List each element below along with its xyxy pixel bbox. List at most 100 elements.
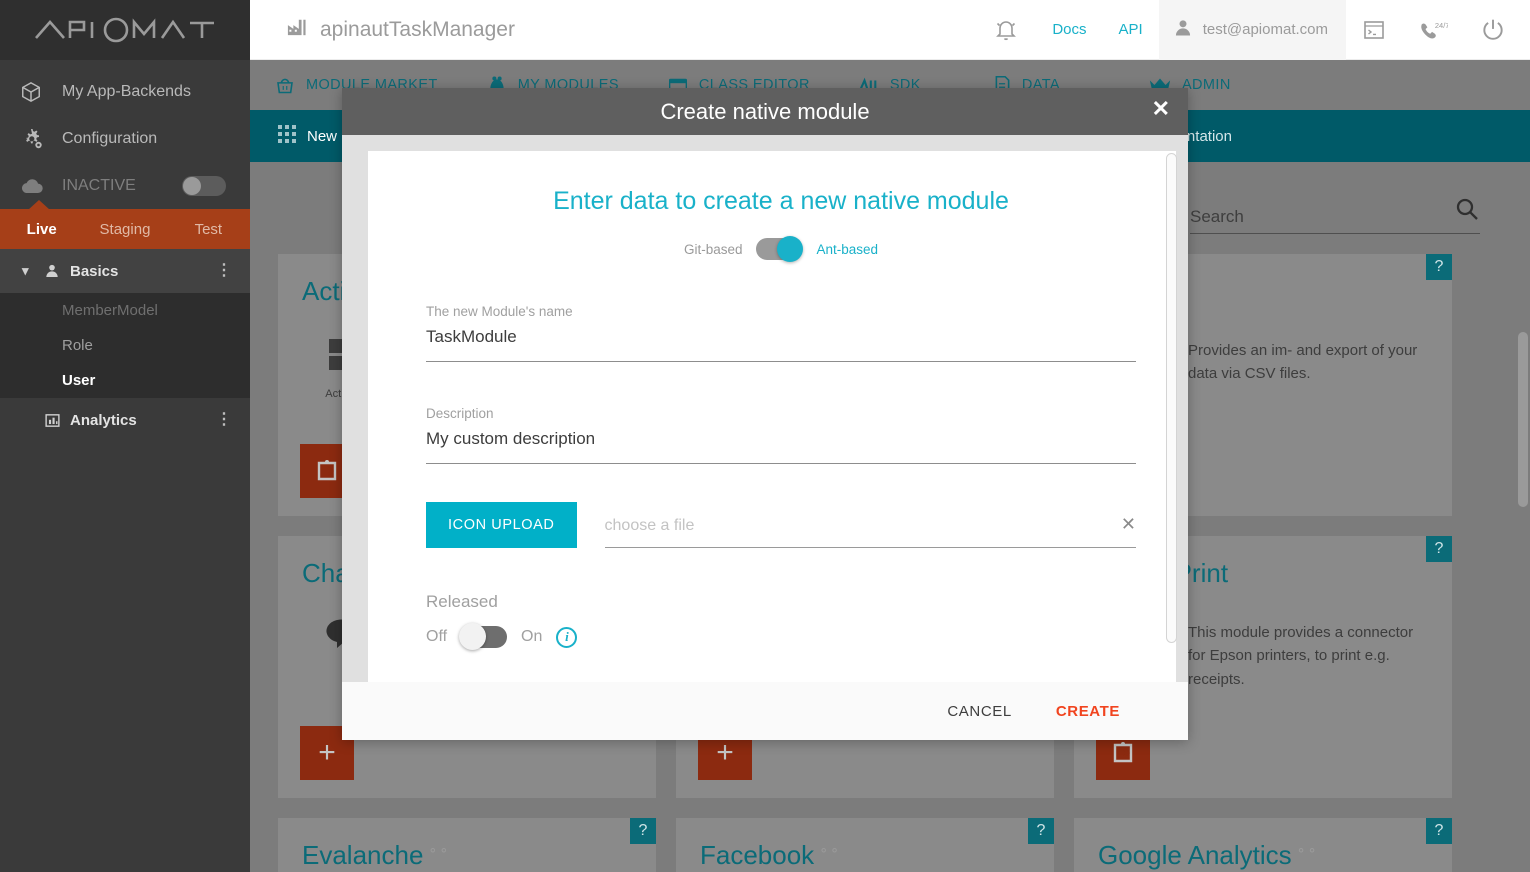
tree-item-label: Basics [70, 262, 119, 280]
card-help-button[interactable]: ? [1426, 818, 1452, 844]
released-off-label: Off [426, 628, 448, 645]
card-title: Facebook ⚬⚬ [700, 840, 840, 870]
toggle-knob [459, 623, 487, 650]
tab-label: ADMIN [1181, 77, 1231, 93]
logo[interactable] [0, 0, 250, 60]
tree-child-user[interactable]: User [0, 363, 250, 398]
tree-child-role[interactable]: Role [0, 328, 250, 363]
released-row: Off On i [426, 623, 1136, 650]
docs-link[interactable]: Docs [1052, 21, 1086, 38]
env-tab-test[interactable]: Test [167, 221, 250, 238]
card-help-button[interactable]: ? [630, 818, 656, 844]
card-description: This module provides a connector for Eps… [1188, 624, 1414, 688]
app-root: My App-Backends Configuration INACTIVE L… [0, 0, 1530, 872]
ant-based-label: Ant-based [816, 241, 879, 257]
card-help-button[interactable]: ? [1028, 818, 1054, 844]
scrollbar-thumb[interactable] [1166, 153, 1177, 643]
dialog-header: Create native module ✕ [342, 88, 1188, 135]
module-name-field: The new Module's name TaskModule [426, 304, 1136, 362]
environment-tabs: Live Staging Test [0, 200, 250, 249]
info-icon[interactable]: i [556, 626, 578, 648]
create-native-module-dialog: Create native module ✕ Enter data to cre… [342, 88, 1188, 740]
dialog-form: Enter data to create a new native module… [368, 151, 1176, 682]
sidebar-nav: My App-Backends Configuration INACTIVE [0, 60, 250, 209]
topbar: apinautTaskManager Docs API test@apiomat… [250, 0, 1530, 60]
tree-item-label: Analytics [70, 411, 137, 429]
dialog-heading: Enter data to create a new native module [553, 187, 1009, 215]
console-icon[interactable] [1362, 19, 1386, 41]
card-description: Provides an im- and export of your data … [1188, 342, 1418, 383]
close-icon[interactable]: ✕ [1121, 514, 1136, 535]
module-name-input[interactable]: TaskModule [426, 319, 1136, 362]
released-label: Released [426, 592, 498, 611]
sidebar-item-configuration[interactable]: Configuration [0, 115, 250, 162]
search-icon[interactable] [1454, 196, 1480, 227]
sidebar-item-my-app-backends[interactable]: My App-Backends [0, 68, 250, 115]
tree-item-menu-icon[interactable]: ⋮ [216, 412, 232, 428]
close-icon[interactable]: ✕ [1152, 98, 1170, 120]
dialog-title: Create native module [660, 98, 870, 124]
icon-file-input[interactable]: choose a file ✕ [604, 514, 1136, 548]
sidebar-item-label: Configuration [62, 129, 158, 147]
factory-icon [286, 17, 308, 43]
bars-icon [44, 412, 70, 429]
basket-icon [274, 75, 296, 96]
app-title-text: apinautTaskManager [320, 17, 515, 41]
gear-icon: ⚬⚬ [818, 843, 840, 858]
file-placeholder: choose a file [604, 517, 695, 534]
import-icon [317, 460, 337, 481]
module-name-label: The new Module's name [426, 304, 573, 319]
search-box[interactable]: Search [1190, 196, 1480, 234]
description-field: Description My custom description [426, 406, 1136, 464]
create-button[interactable]: CREATE [1056, 703, 1120, 720]
power-icon[interactable] [1480, 17, 1506, 43]
user-menu[interactable]: test@apiomat.com [1158, 0, 1346, 60]
dialog-scrollbar[interactable] [1166, 153, 1177, 682]
card-title: Evalanche ⚬⚬ [302, 840, 450, 870]
grid-icon [278, 125, 296, 147]
page-scrollbar[interactable] [1518, 332, 1528, 872]
git-based-label: Git-based [683, 241, 743, 257]
api-link[interactable]: API [1119, 21, 1143, 38]
cube-icon [20, 81, 62, 103]
toggle-knob [777, 236, 804, 262]
card-help-button[interactable]: ? [1426, 536, 1452, 562]
bell-icon[interactable] [994, 17, 1018, 43]
gear-icon: ⚬⚬ [427, 843, 450, 858]
svg-text:24/7: 24/7 [1435, 21, 1448, 30]
icon-upload-button[interactable]: ICON UPLOAD [426, 502, 577, 548]
icon-upload-row: ICON UPLOAD choose a file ✕ [426, 502, 1136, 548]
dialog-body: Enter data to create a new native module… [342, 135, 1188, 682]
search-input[interactable]: Search [1190, 207, 1448, 227]
topbar-right: Docs API test@apiomat.com 24/ [984, 0, 1530, 60]
phone-247-icon[interactable]: 24/7 [1418, 19, 1448, 41]
apiomat-logo-icon [35, 17, 214, 43]
env-caret [28, 200, 50, 210]
build-type-toggle[interactable] [756, 236, 804, 262]
module-card[interactable]: ? Google Analytics ⚬⚬ [1074, 818, 1452, 872]
user-email: test@apiomat.com [1202, 21, 1328, 38]
env-tab-live[interactable]: Live [0, 221, 83, 238]
gear-icon: ⚬⚬ [1295, 843, 1318, 858]
tree-child-membermodel[interactable]: MemberModel [0, 293, 250, 328]
backend-active-toggle[interactable] [182, 175, 226, 196]
dialog-footer: CANCEL CREATE [342, 682, 1188, 740]
module-card[interactable]: ? Evalanche ⚬⚬ [278, 818, 656, 872]
scrollbar-thumb[interactable] [1518, 332, 1528, 507]
app-title: apinautTaskManager [286, 17, 515, 43]
module-card[interactable]: ? Facebook ⚬⚬ [676, 818, 1054, 872]
tree-item-menu-icon[interactable]: ⋮ [216, 263, 232, 279]
tree-item-basics[interactable]: ▾ Basics ⋮ [0, 249, 250, 293]
env-tab-staging[interactable]: Staging [83, 221, 166, 238]
sidebar: My App-Backends Configuration INACTIVE L… [0, 0, 250, 872]
released-on-label: On [521, 628, 543, 645]
description-input[interactable]: My custom description [426, 421, 1136, 464]
tree-item-analytics[interactable]: Analytics ⋮ [0, 398, 250, 442]
cancel-button[interactable]: CANCEL [947, 703, 1011, 720]
released-toggle[interactable] [459, 623, 508, 650]
card-title: Google Analytics ⚬⚬ [1098, 840, 1318, 870]
build-type-switch-row: Git-based Ant-based [426, 236, 1136, 262]
released-block: Released Off On i [426, 592, 1136, 650]
card-help-button[interactable]: ? [1426, 254, 1452, 280]
tree-children-basics: MemberModel Role User [0, 293, 250, 398]
